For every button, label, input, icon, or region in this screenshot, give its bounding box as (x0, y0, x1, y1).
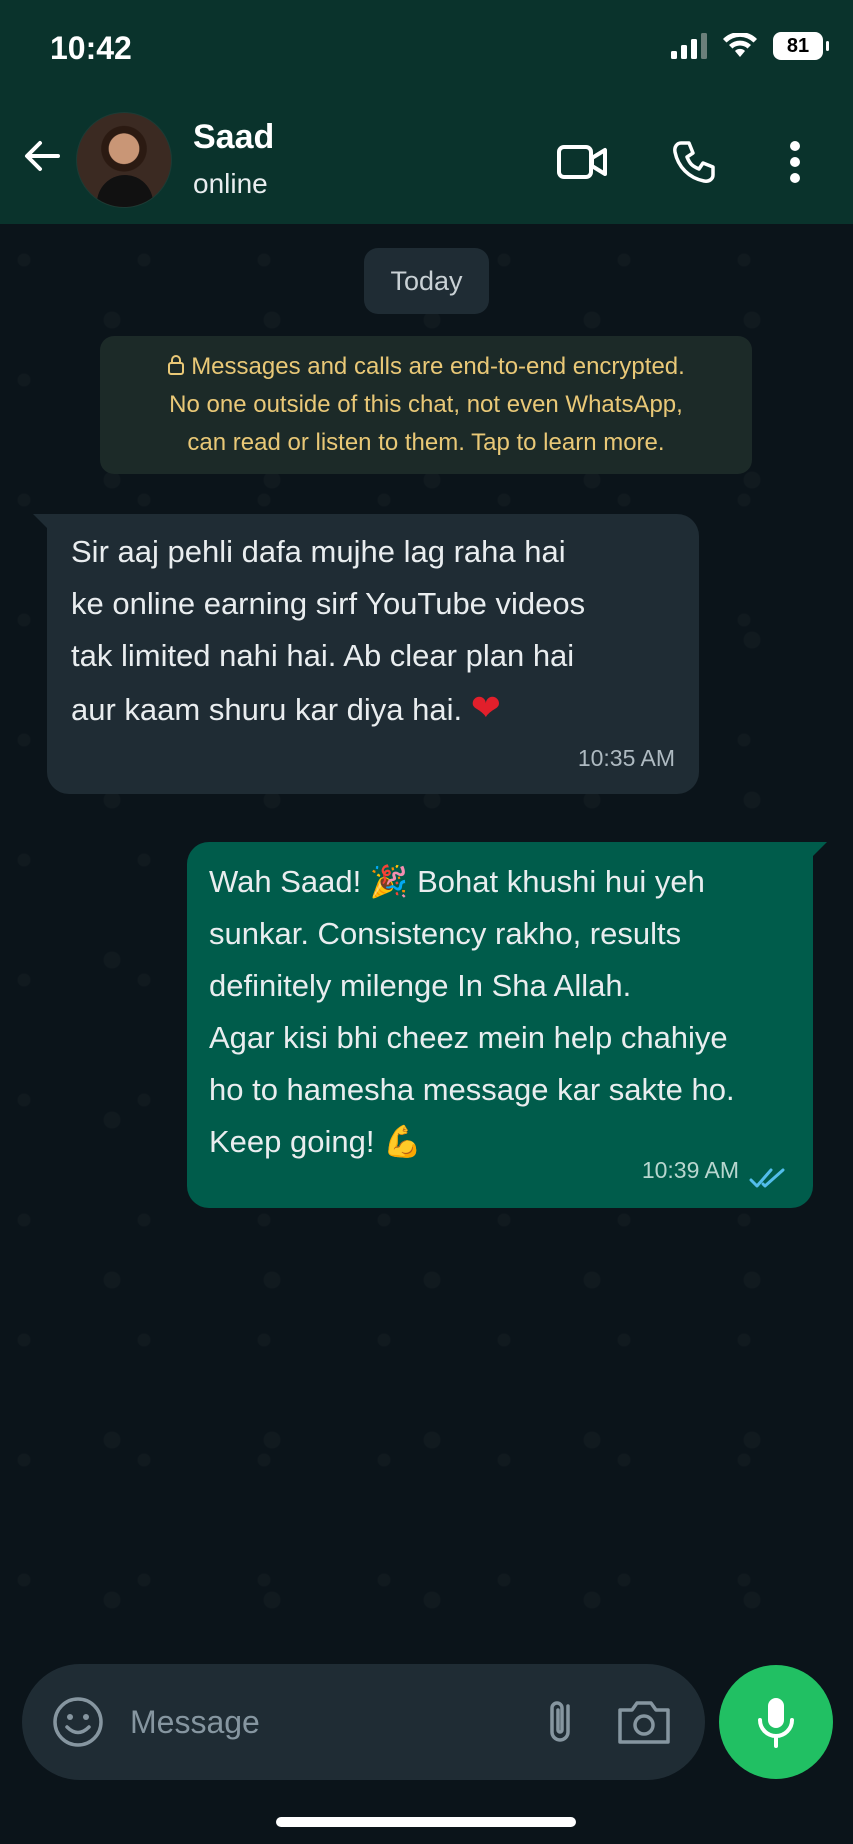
status-bar: 10:42 81 (0, 0, 853, 100)
message-line: definitely milenge In Sha Allah. (209, 968, 632, 1003)
encryption-line-1: Messages and calls are end-to-end encryp… (100, 348, 752, 386)
message-time: 10:39 AM (641, 1157, 739, 1183)
mic-icon (754, 1694, 798, 1750)
message-line-with-emoji: Wah Saad! 🎉 Bohat khushi hui yeh (209, 856, 791, 908)
phone-icon[interactable] (666, 134, 722, 190)
outgoing-message[interactable]: Wah Saad! 🎉 Bohat khushi hui yeh sunkar.… (187, 842, 827, 1208)
message-line: ke online earning sirf YouTube videos (71, 586, 586, 621)
home-indicator (276, 1817, 576, 1827)
battery-icon: 81 (773, 32, 829, 60)
encryption-text-1: Messages and calls are end-to-end encryp… (191, 353, 685, 380)
message-time: 10:35 AM (577, 745, 675, 771)
message-line: ho to hamesha message kar sakte ho. (209, 1072, 735, 1107)
camera-icon[interactable] (612, 1694, 676, 1750)
message-line: tak limited nahi hai. Ab clear plan hai (71, 638, 575, 673)
wifi-icon (723, 33, 757, 59)
lock-icon (167, 354, 185, 376)
encryption-notice[interactable]: Messages and calls are end-to-end encryp… (100, 336, 752, 474)
heart-emoji: ❤ (470, 687, 501, 728)
party-popper-emoji: 🎉 (369, 864, 409, 900)
back-arrow-icon[interactable] (18, 132, 66, 180)
message-line: Keep going! (209, 1124, 375, 1159)
message-line: Sir aaj pehli dafa mujhe lag raha hai (71, 534, 566, 569)
emoji-icon[interactable] (50, 1694, 106, 1750)
avatar[interactable] (76, 112, 172, 208)
encryption-line-3: can read or listen to them. Tap to learn… (187, 429, 665, 456)
more-vertical-icon[interactable] (767, 134, 823, 190)
flexed-biceps-emoji: 💪 (383, 1124, 422, 1160)
contact-name[interactable]: Saad (193, 118, 274, 157)
message-input[interactable] (130, 1692, 510, 1752)
chat-area[interactable]: Today Messages and calls are end-to-end … (0, 224, 853, 1660)
message-line: Wah Saad! (209, 864, 362, 899)
message-line: Agar kisi bhi cheez mein help chahiye (209, 1020, 728, 1055)
incoming-message[interactable]: Sir aaj pehli dafa mujhe lag raha hai ke… (33, 514, 699, 794)
mic-button[interactable] (719, 1665, 833, 1779)
message-line: Bohat khushi hui yeh (417, 864, 705, 899)
message-composer (22, 1664, 705, 1780)
message-line: sunkar. Consistency rakho, results (209, 916, 682, 951)
double-check-icon (749, 1166, 789, 1190)
message-line: aur kaam shuru kar diya hai. (71, 692, 463, 727)
date-chip: Today (364, 248, 489, 314)
signal-icon (671, 33, 707, 59)
status-time: 10:42 (50, 30, 132, 66)
contact-status: online (193, 168, 268, 199)
paperclip-icon[interactable] (532, 1692, 592, 1752)
encryption-line-2: No one outside of this chat, not even Wh… (169, 391, 683, 418)
video-call-icon[interactable] (554, 134, 610, 190)
status-icons: 81 (671, 32, 829, 60)
message-line-with-emoji: aur kaam shuru kar diya hai. ❤ (71, 682, 675, 736)
top-bar: 10:42 81 Saad online (0, 0, 853, 224)
chat-header: Saad online (0, 100, 853, 224)
